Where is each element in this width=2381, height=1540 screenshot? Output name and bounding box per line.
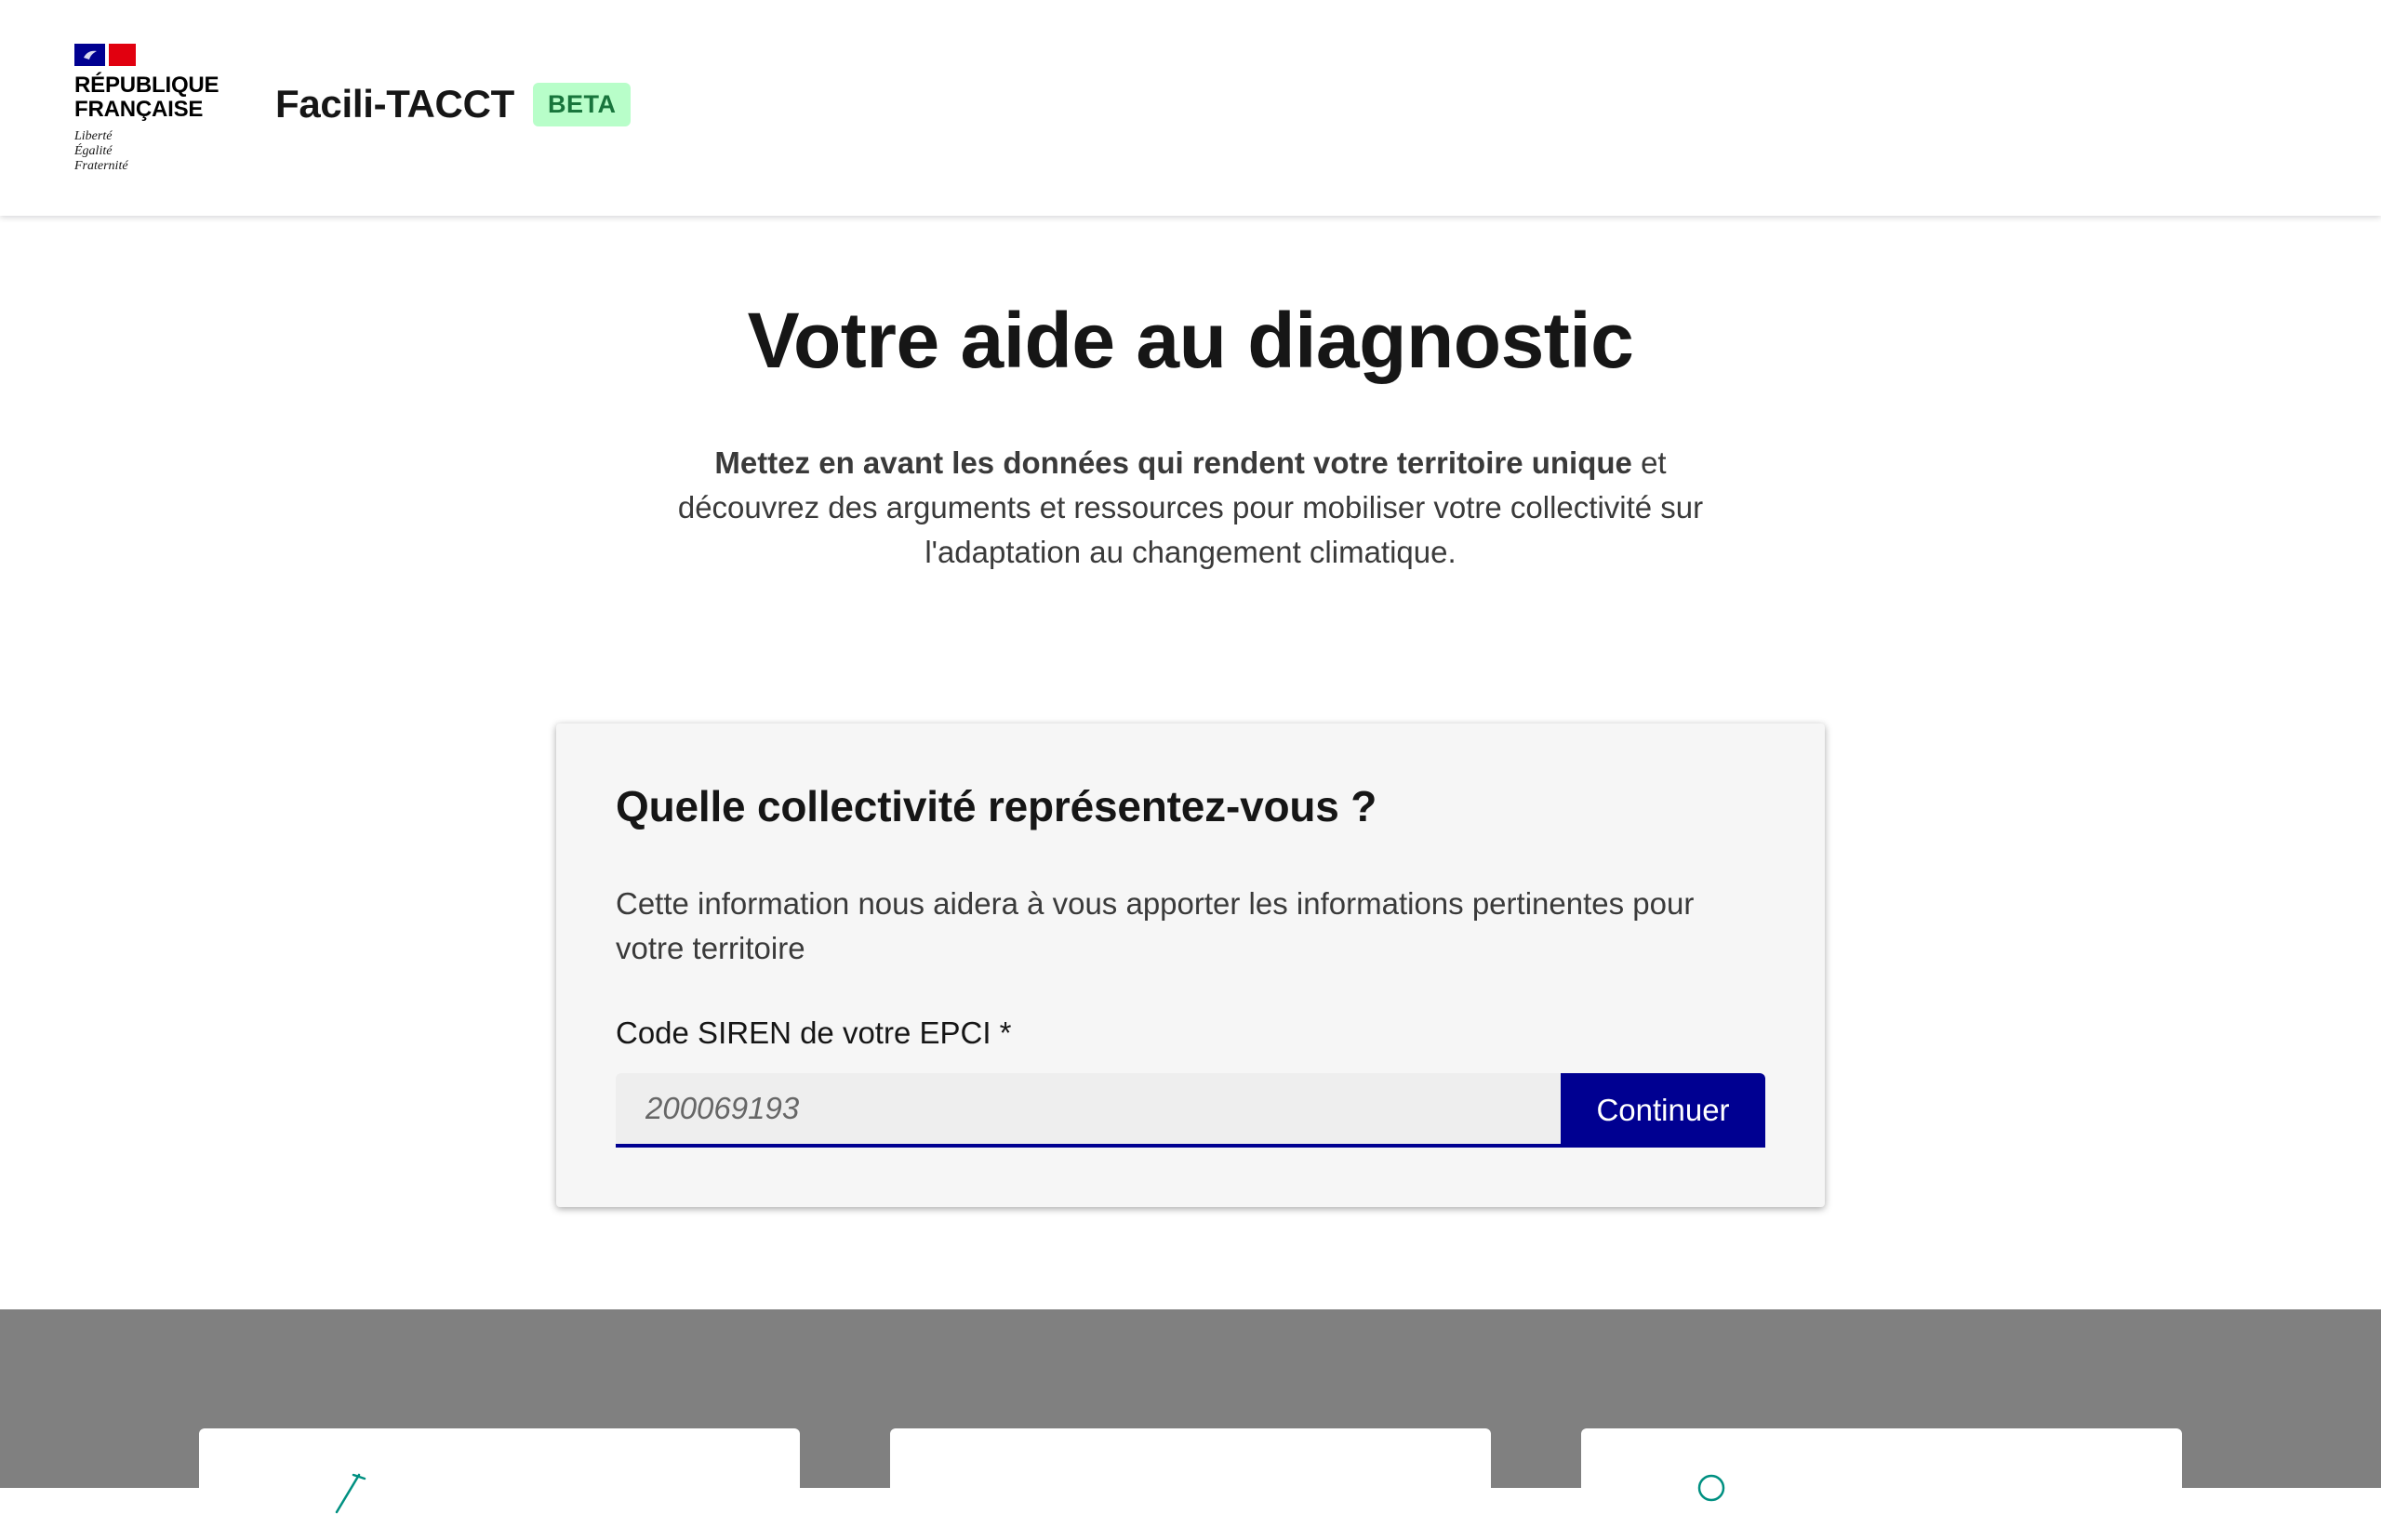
motto-fraternite: Fraternité xyxy=(74,159,128,173)
pen-icon xyxy=(318,1466,374,1526)
feature-card-3 xyxy=(1581,1428,2182,1540)
collectivite-form-card: Quelle collectivité représentez-vous ? C… xyxy=(556,724,1825,1207)
gov-motto: Liberté Égalité Fraternité xyxy=(74,129,233,174)
hero-description: Mettez en avant les données qui rendent … xyxy=(642,441,1739,575)
site-header: RÉPUBLIQUE FRANÇAISE Liberté Égalité Fra… xyxy=(0,0,2381,216)
feature-card-2 xyxy=(890,1428,1491,1540)
beta-badge: BETA xyxy=(532,82,632,126)
republique-francaise-logo[interactable]: RÉPUBLIQUE FRANÇAISE Liberté Égalité Fra… xyxy=(74,44,233,174)
brand[interactable]: Facili-TACCT BETA xyxy=(275,82,632,126)
page-title: Votre aide au diagnostic xyxy=(747,297,1634,384)
french-flag-icon xyxy=(74,44,136,66)
location-icon xyxy=(1683,1466,1739,1526)
motto-liberte: Liberté xyxy=(74,129,113,143)
gov-name-line1: RÉPUBLIQUE xyxy=(74,73,219,98)
feature-card-1 xyxy=(199,1428,800,1540)
gov-name-line2: FRANÇAISE xyxy=(74,97,204,122)
siren-input[interactable] xyxy=(616,1073,1561,1148)
features-section xyxy=(0,1309,2381,1540)
continue-button[interactable]: Continuer xyxy=(1561,1073,1765,1148)
form-description: Cette information nous aidera à vous app… xyxy=(616,886,1695,965)
motto-egalite: Égalité xyxy=(74,144,113,158)
hero-description-bold: Mettez en avant les données qui rendent … xyxy=(714,445,1632,480)
site-name[interactable]: Facili-TACCT xyxy=(275,82,514,126)
form-title: Quelle collectivité représentez-vous ? xyxy=(616,782,1377,830)
siren-field-label: Code SIREN de votre EPCI * xyxy=(616,1016,1012,1050)
